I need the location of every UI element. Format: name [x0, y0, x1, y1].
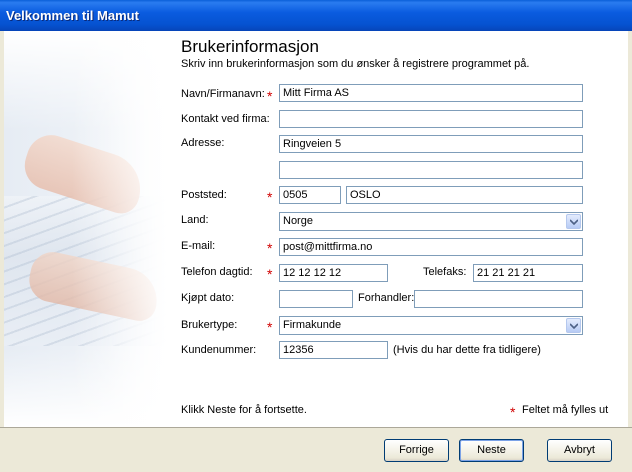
- phone-field[interactable]: 12 12 12 12: [279, 264, 388, 282]
- fax-label: Telefaks:: [423, 266, 467, 278]
- fax-field[interactable]: 21 21 21 21: [473, 264, 583, 282]
- country-label: Land:: [181, 214, 209, 226]
- required-marker: *: [267, 266, 273, 282]
- postal-code-field[interactable]: 0505: [279, 186, 341, 204]
- city-field[interactable]: OSLO: [346, 186, 583, 204]
- email-field[interactable]: post@mittfirma.no: [279, 238, 583, 256]
- required-marker: *: [267, 189, 273, 205]
- dealer-label: Forhandler:: [358, 292, 415, 304]
- purchase-date-field[interactable]: [279, 290, 353, 308]
- user-type-select[interactable]: Firmakunde: [279, 316, 583, 335]
- country-select[interactable]: Norge: [279, 212, 583, 231]
- address-label: Adresse:: [181, 137, 225, 149]
- customer-number-hint: (Hvis du har dette fra tidligere): [393, 344, 541, 356]
- user-type-label: Brukertype:: [181, 319, 238, 331]
- next-button[interactable]: Neste: [459, 439, 524, 462]
- name-label: Navn/Firmanavn:: [181, 88, 265, 100]
- wizard-content: Brukerinformasjon Skriv inn brukerinform…: [4, 31, 628, 427]
- wizard-window: Velkommen til Mamut Brukerinformasjon Sk…: [0, 0, 632, 472]
- address-field-2[interactable]: [279, 161, 583, 179]
- country-value: Norge: [283, 215, 313, 227]
- purchase-date-label: Kjøpt dato:: [181, 292, 235, 304]
- button-bar: Forrige Neste Avbryt: [0, 427, 632, 472]
- contact-label: Kontakt ved firma:: [181, 113, 270, 125]
- required-note: Feltet må fylles ut: [522, 404, 609, 416]
- customer-number-label: Kundenummer:: [181, 344, 257, 356]
- window-title: Velkommen til Mamut: [6, 8, 139, 23]
- chevron-down-icon[interactable]: [566, 214, 581, 229]
- cancel-button[interactable]: Avbryt: [547, 439, 612, 462]
- user-type-value: Firmakunde: [283, 319, 342, 331]
- chevron-down-icon[interactable]: [566, 318, 581, 333]
- title-bar[interactable]: Velkommen til Mamut: [0, 0, 632, 31]
- name-field[interactable]: Mitt Firma AS: [279, 84, 583, 102]
- required-marker: *: [267, 240, 273, 256]
- phone-label: Telefon dagtid:: [181, 266, 253, 278]
- dealer-field[interactable]: [414, 290, 583, 308]
- page-title: Brukerinformasjon: [181, 37, 319, 56]
- contact-field[interactable]: [279, 110, 583, 128]
- postal-label: Poststed:: [181, 189, 227, 201]
- page-subtitle: Skriv inn brukerinformasjon som du ønske…: [181, 58, 530, 70]
- required-marker: *: [267, 319, 273, 335]
- instruction-text: Klikk Neste for å fortsette.: [181, 404, 307, 416]
- required-marker: *: [267, 88, 273, 104]
- keyboard-hands-image: [4, 31, 174, 427]
- required-marker: *: [510, 404, 516, 420]
- email-label: E-mail:: [181, 240, 216, 252]
- address-field-1[interactable]: Ringveien 5: [279, 135, 583, 153]
- back-button[interactable]: Forrige: [384, 439, 449, 462]
- customer-number-field[interactable]: 12356: [279, 341, 388, 359]
